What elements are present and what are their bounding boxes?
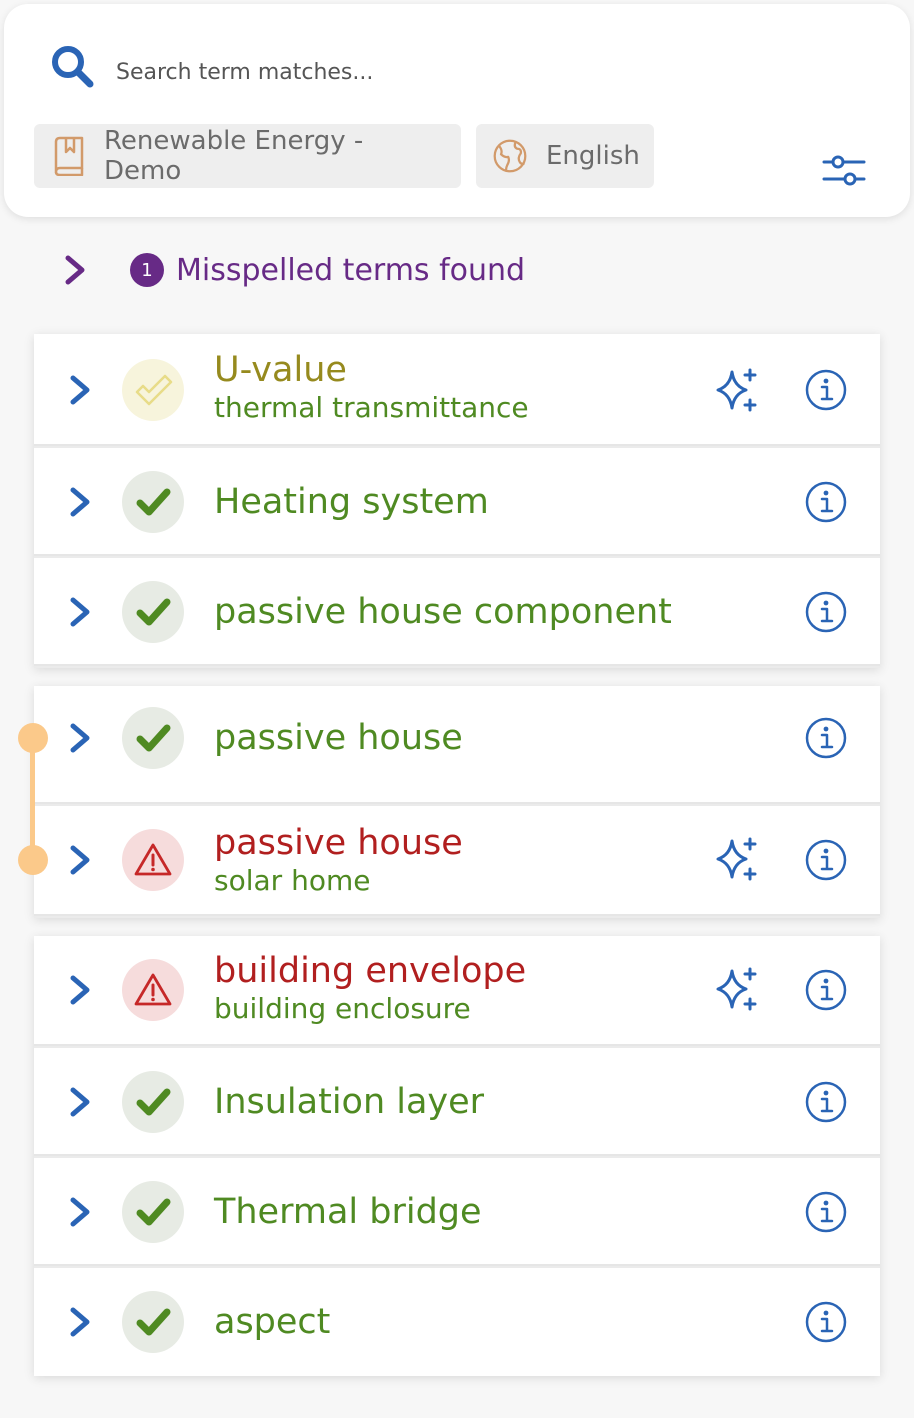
pending-status-badge bbox=[122, 359, 184, 421]
ok-status-badge bbox=[122, 1181, 184, 1243]
info-icon[interactable] bbox=[804, 1080, 848, 1124]
term-row[interactable]: passive house component bbox=[34, 558, 880, 666]
ok-status-badge bbox=[122, 471, 184, 533]
chevron-right-icon[interactable] bbox=[62, 372, 98, 408]
glossary-filter-label: Renewable Energy - Demo bbox=[104, 126, 364, 186]
check-outline-icon bbox=[135, 374, 173, 406]
duplicate-connector bbox=[30, 738, 35, 860]
misspelled-terms-toggle[interactable]: 1 Misspelled terms found bbox=[56, 242, 525, 298]
info-icon[interactable] bbox=[804, 716, 848, 760]
warning-triangle-icon bbox=[134, 973, 172, 1006]
ok-status-badge bbox=[122, 1071, 184, 1133]
info-icon[interactable] bbox=[804, 968, 848, 1012]
term-row[interactable]: aspect bbox=[34, 1268, 880, 1376]
term-row[interactable]: Insulation layer bbox=[34, 1048, 880, 1156]
term-title: building envelope bbox=[214, 951, 527, 991]
ok-status-badge bbox=[122, 581, 184, 643]
chevron-right-icon[interactable] bbox=[62, 484, 98, 520]
term-title: aspect bbox=[214, 1302, 331, 1342]
chevron-right-icon[interactable] bbox=[62, 594, 98, 630]
chevron-right-icon[interactable] bbox=[62, 1304, 98, 1340]
check-icon bbox=[136, 1088, 171, 1116]
language-filter-label: English bbox=[546, 141, 640, 171]
sparkle-suggest-icon[interactable] bbox=[712, 835, 760, 883]
term-subtitle: thermal transmittance bbox=[214, 391, 529, 424]
info-icon[interactable] bbox=[804, 590, 848, 634]
search-icon[interactable] bbox=[48, 42, 96, 90]
misspelled-label: Misspelled terms found bbox=[176, 252, 526, 288]
term-title: Heating system bbox=[214, 482, 489, 522]
sparkle-suggest-icon[interactable] bbox=[712, 366, 760, 414]
term-title: passive house component bbox=[214, 592, 672, 632]
connector-handle-bottom[interactable] bbox=[18, 845, 48, 875]
term-row[interactable]: Thermal bridge bbox=[34, 1158, 880, 1266]
sparkle-suggest-icon[interactable] bbox=[712, 965, 760, 1013]
info-icon[interactable] bbox=[804, 1300, 848, 1344]
term-title: passive house bbox=[214, 823, 463, 863]
language-filter-chip[interactable]: English bbox=[476, 124, 654, 188]
info-icon[interactable] bbox=[804, 838, 848, 882]
chevron-right-icon bbox=[65, 255, 85, 285]
term-group: U-value thermal transmittance Heating sy… bbox=[34, 334, 880, 668]
term-group: building envelope building enclosure Ins… bbox=[34, 936, 880, 1376]
term-group: passive house passive house solar home bbox=[34, 686, 880, 918]
info-icon[interactable] bbox=[804, 480, 848, 524]
term-row[interactable]: passive house bbox=[34, 686, 880, 804]
check-icon bbox=[136, 598, 171, 626]
sliders-icon[interactable] bbox=[822, 152, 866, 188]
warning-status-badge bbox=[122, 829, 184, 891]
warning-status-badge bbox=[122, 959, 184, 1021]
term-title: U-value bbox=[214, 350, 347, 390]
ok-status-badge bbox=[122, 707, 184, 769]
check-icon bbox=[136, 488, 171, 516]
term-row[interactable]: U-value thermal transmittance bbox=[34, 334, 880, 446]
term-row[interactable]: Heating system bbox=[34, 448, 880, 556]
term-subtitle: solar home bbox=[214, 864, 371, 897]
chevron-right-icon[interactable] bbox=[62, 842, 98, 878]
term-title: Insulation layer bbox=[214, 1082, 485, 1122]
term-title: Thermal bridge bbox=[214, 1192, 482, 1232]
check-icon bbox=[136, 1308, 171, 1336]
term-title: passive house bbox=[214, 718, 463, 758]
ok-status-badge bbox=[122, 1291, 184, 1353]
chevron-right-icon[interactable] bbox=[62, 720, 98, 756]
info-icon[interactable] bbox=[804, 1190, 848, 1234]
globe-icon bbox=[493, 139, 527, 173]
term-row[interactable]: passive house solar home bbox=[34, 806, 880, 916]
search-input[interactable] bbox=[116, 50, 716, 94]
chevron-right-icon[interactable] bbox=[62, 1194, 98, 1230]
info-icon[interactable] bbox=[804, 368, 848, 412]
connector-handle-top[interactable] bbox=[18, 723, 48, 753]
check-icon bbox=[136, 724, 171, 752]
check-icon bbox=[136, 1198, 171, 1226]
term-subtitle: building enclosure bbox=[214, 992, 471, 1025]
glossary-filter-chip[interactable]: Renewable Energy - Demo bbox=[34, 124, 461, 188]
search-panel: Renewable Energy - Demo English bbox=[4, 4, 910, 217]
warning-triangle-icon bbox=[134, 843, 172, 876]
book-icon bbox=[54, 136, 84, 176]
misspelled-count-badge: 1 bbox=[130, 253, 164, 287]
chevron-right-icon[interactable] bbox=[62, 972, 98, 1008]
term-row[interactable]: building envelope building enclosure bbox=[34, 936, 880, 1046]
chevron-right-icon[interactable] bbox=[62, 1084, 98, 1120]
